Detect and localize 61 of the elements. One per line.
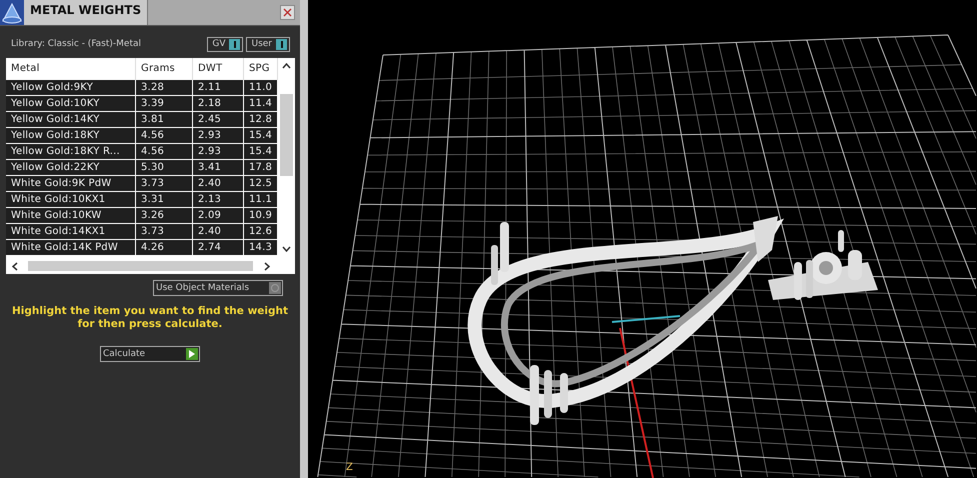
table-cell: 4.56 — [136, 144, 193, 160]
panel-title: METAL WEIGHTS — [30, 2, 142, 17]
table-cell: 3.73 — [136, 176, 193, 192]
close-icon — [283, 8, 292, 17]
app-logo-icon — [0, 0, 24, 25]
table-cell: 10.9 — [244, 208, 278, 224]
scroll-down-icon[interactable] — [282, 246, 291, 252]
table-cell: White Gold:14K PdW — [6, 240, 136, 256]
table-cell: 2.93 — [193, 144, 244, 160]
axis-label: Z — [346, 462, 353, 473]
calculate-button[interactable]: Calculate — [100, 346, 200, 362]
toggle-button[interactable]: GV — [207, 36, 244, 52]
table-cell: 4.56 — [136, 128, 193, 144]
table-cell: 2.93 — [193, 128, 244, 144]
table-cell: 3.81 — [136, 112, 193, 128]
table-cell: 17.8 — [244, 160, 278, 176]
table-cell: 11.1 — [244, 192, 278, 208]
scroll-up-icon[interactable] — [282, 63, 291, 69]
close-button[interactable] — [280, 5, 295, 20]
table-cell: 4.26 — [136, 240, 193, 256]
use-object-materials-toggle[interactable]: Use Object Materials — [153, 280, 283, 296]
table-cell: White Gold:10KW — [6, 208, 136, 224]
table-cell: 3.73 — [136, 224, 193, 240]
table-cell: 11.0 — [244, 80, 278, 96]
table-cell: Yellow Gold:14KY — [6, 112, 136, 128]
instruction-text: Highlight the item you want to find the weight for then press calculate. — [11, 305, 289, 331]
table-cell: Yellow Gold:18KY R... — [6, 144, 136, 160]
table-cell: 2.13 — [193, 192, 244, 208]
table-cell: Yellow Gold:18KY — [6, 128, 136, 144]
play-icon — [189, 350, 195, 358]
scroll-left-icon[interactable] — [12, 262, 18, 271]
table-cell: 3.39 — [136, 96, 193, 112]
table-cell: Yellow Gold:10KY — [6, 96, 136, 112]
table-cell: 14.3 — [244, 240, 278, 256]
table-cell: 3.26 — [136, 208, 193, 224]
table-cell: White Gold:9K PdW — [6, 176, 136, 192]
table-cell: 3.41 — [193, 160, 244, 176]
table-cell: 2.18 — [193, 96, 244, 112]
table-cell: 2.45 — [193, 112, 244, 128]
table-cell: Yellow Gold:9KY — [6, 80, 136, 96]
table-cell: White Gold:10KX1 — [6, 192, 136, 208]
toggle-button[interactable]: User — [246, 36, 290, 52]
table-cell: 12.5 — [244, 176, 278, 192]
x-axis-line — [612, 315, 680, 323]
table-cell: 2.11 — [193, 80, 244, 96]
table-cell: 2.09 — [193, 208, 244, 224]
scroll-right-icon[interactable] — [264, 262, 270, 271]
table-cell: White Gold:14KX1 — [6, 224, 136, 240]
table-cell: 15.4 — [244, 128, 278, 144]
table-cell: 3.31 — [136, 192, 193, 208]
table-cell: 15.4 — [244, 144, 278, 160]
table-cell: 5.30 — [136, 160, 193, 176]
table-cell: 2.74 — [193, 240, 244, 256]
table-cell: 12.6 — [244, 224, 278, 240]
library-label: Library: Classic - (Fast)-Metal — [11, 39, 142, 49]
table-cell: 11.4 — [244, 96, 278, 112]
table-cell: 3.28 — [136, 80, 193, 96]
table-cell: 12.8 — [244, 112, 278, 128]
table-cell: Yellow Gold:22KY — [6, 160, 136, 176]
table-cell: 2.40 — [193, 176, 244, 192]
table-cell: 2.40 — [193, 224, 244, 240]
